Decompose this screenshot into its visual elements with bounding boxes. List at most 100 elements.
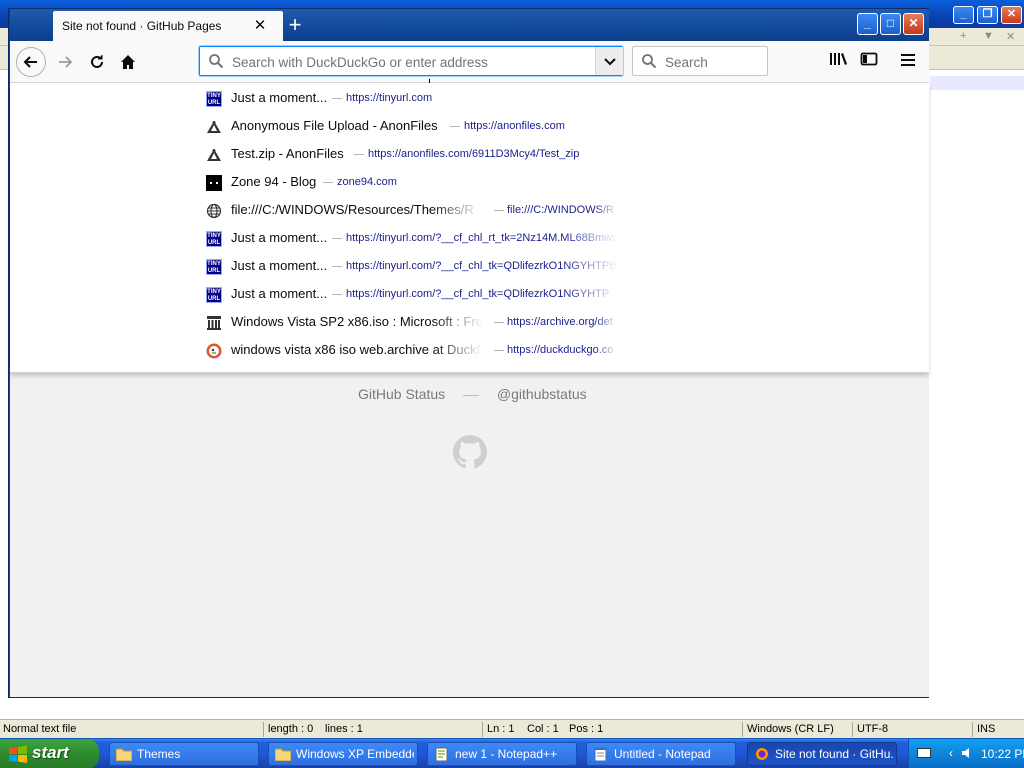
- notepadpp-current-line: [930, 76, 1024, 90]
- back-button[interactable]: [16, 47, 46, 77]
- taskbar-item-firefox[interactable]: Site not found · GitHu...: [747, 742, 897, 766]
- reload-icon: [91, 55, 103, 68]
- taskbar-item-notepadpp[interactable]: new 1 - Notepad++: [427, 742, 577, 766]
- tab-close-icon[interactable]: ✕: [251, 17, 269, 35]
- taskbar-item-themes[interactable]: Themes: [109, 742, 259, 766]
- autocomplete-row[interactable]: Zone 94 - Blog zone94.com: [10, 169, 929, 197]
- sidebar-toggle-icon[interactable]: [859, 51, 879, 71]
- notepadpp-down-icon[interactable]: ▼: [983, 30, 994, 42]
- start-button[interactable]: start: [0, 739, 99, 768]
- archive-icon: [207, 316, 221, 330]
- anonfiles-icon: [207, 149, 221, 161]
- autocomplete-url: https://tinyurl.com: [346, 92, 433, 104]
- url-dropdown-chevron-icon[interactable]: [595, 47, 623, 75]
- notepadpp-maximize-button[interactable]: ❐: [977, 6, 998, 24]
- autocomplete-row[interactable]: TINY URL Just a moment... https://tinyurl…: [10, 85, 929, 113]
- notepadpp-plus-icon[interactable]: +: [960, 30, 966, 42]
- autocomplete-separator: [332, 238, 342, 239]
- githubstatus-link[interactable]: @githubstatus: [497, 386, 587, 402]
- autocomplete-title: Just a moment...: [231, 230, 328, 245]
- taskbar-item-label: new 1 - Notepad++: [455, 747, 558, 761]
- firefox-window: Site not found · GitHub Pages ✕ + _ □ ✕: [8, 8, 929, 698]
- autocomplete-title: Just a moment...: [231, 286, 328, 301]
- taskbar-item-label: Site not found · GitHu...: [775, 747, 893, 761]
- autocomplete-separator: [332, 266, 342, 267]
- github-octocat-icon[interactable]: [453, 435, 487, 469]
- autocomplete-row[interactable]: file:///C:/WINDOWS/Resources/Themes/R fi…: [10, 197, 929, 225]
- autocomplete-row[interactable]: TINY URL Just a moment... https://tinyurl…: [10, 281, 929, 309]
- github-status-link[interactable]: GitHub Status: [358, 386, 445, 402]
- taskbar-item-label: Windows XP Embedded: [296, 747, 414, 761]
- footer-divider: [463, 394, 480, 396]
- autocomplete-url: https://duckduckgo.co: [507, 344, 614, 356]
- folder-icon: [116, 748, 132, 761]
- url-input[interactable]: [232, 53, 582, 71]
- autocomplete-row[interactable]: TINY URL Just a moment... https://tinyurl…: [10, 225, 929, 253]
- status-separator: [852, 722, 853, 737]
- home-button[interactable]: [113, 47, 143, 77]
- notepadpp-close-doc-icon[interactable]: ✕: [1006, 30, 1015, 43]
- firefox-close-button[interactable]: ✕: [903, 13, 924, 35]
- autocomplete-separator: [323, 182, 333, 183]
- zone94-icon: [206, 175, 222, 191]
- keyboard-icon[interactable]: [917, 748, 931, 758]
- taskbar-item-windows-xp-embedded[interactable]: Windows XP Embedded: [268, 742, 418, 766]
- autocomplete-row[interactable]: Windows Vista SP2 x86.iso : Microsoft : …: [10, 309, 929, 337]
- autocomplete-separator: [494, 322, 504, 323]
- folder-icon: [275, 748, 291, 761]
- taskbar-item-notepad[interactable]: Untitled - Notepad: [586, 742, 736, 766]
- status-separator: [482, 722, 483, 737]
- windows-logo-icon: [9, 745, 27, 763]
- status-separator: [972, 722, 973, 737]
- autocomplete-url: https://tinyurl.com/?__cf_chl_tk=QDlifez…: [346, 288, 610, 300]
- tinyurl-icon: TINY URL: [206, 91, 222, 107]
- status-ln: Ln : 1: [487, 723, 515, 735]
- autocomplete-row[interactable]: Test.zip - AnonFiles https://anonfiles.c…: [10, 141, 929, 169]
- forward-button[interactable]: [50, 47, 80, 77]
- autocomplete-title: file:///C:/WINDOWS/Resources/Themes/R: [231, 202, 474, 217]
- autocomplete-separator: [332, 98, 342, 99]
- status-file-type: Normal text file: [3, 723, 77, 735]
- notepadpp-statusbar: Normal text file length : 0 lines : 1 Ln…: [0, 719, 1024, 738]
- firefox-maximize-button[interactable]: □: [880, 13, 901, 35]
- anonfiles-icon: [207, 121, 221, 133]
- globe-icon: [206, 203, 222, 219]
- status-eol: Windows (CR LF): [747, 723, 834, 735]
- forward-arrow-icon: [59, 56, 73, 68]
- autocomplete-url: https://tinyurl.com/?__cf_chl_tk=QDlifez…: [346, 260, 617, 272]
- url-autocomplete-popup: TINY URL Just a moment... https://tinyurl…: [10, 83, 929, 373]
- tray-expand-icon[interactable]: ‹: [943, 745, 959, 761]
- autocomplete-row[interactable]: Anonymous File Upload - AnonFiles https:…: [10, 113, 929, 141]
- library-icon[interactable]: [828, 51, 848, 71]
- taskbar-item-label: Untitled - Notepad: [614, 747, 711, 761]
- status-separator: [742, 722, 743, 737]
- status-pos: Pos : 1: [569, 723, 604, 735]
- taskbar-item-label: Themes: [137, 747, 181, 761]
- autocomplete-row[interactable]: TINY URL Just a moment... https://tinyurl…: [10, 253, 929, 281]
- autocomplete-row[interactable]: windows vista x86 iso web.archive at Duc…: [10, 337, 929, 365]
- clock[interactable]: 10:22 PM: [981, 747, 1024, 761]
- navigation-toolbar: [10, 41, 929, 93]
- url-bar[interactable]: [199, 46, 623, 76]
- tab-site-not-found[interactable]: Site not found · GitHub Pages ✕: [53, 11, 283, 41]
- search-input[interactable]: [665, 53, 761, 71]
- back-arrow-icon: [23, 56, 37, 68]
- system-tray: ‹ 10:22 PM: [908, 739, 1024, 768]
- reload-button[interactable]: [82, 47, 112, 77]
- search-bar[interactable]: [632, 46, 768, 76]
- notepadpp-minimize-button[interactable]: _: [953, 6, 974, 24]
- autocomplete-title: Just a moment...: [231, 258, 328, 273]
- hamburger-menu-icon[interactable]: [898, 51, 918, 71]
- notepadpp-close-button[interactable]: ✕: [1001, 6, 1022, 24]
- search-icon: [642, 54, 657, 69]
- new-tab-button[interactable]: +: [283, 13, 307, 37]
- firefox-minimize-button[interactable]: _: [857, 13, 878, 35]
- autocomplete-url: zone94.com: [337, 176, 397, 188]
- autocomplete-title: Just a moment...: [231, 90, 328, 105]
- autocomplete-url: https://anonfiles.com: [464, 120, 565, 132]
- home-icon: [121, 55, 135, 69]
- status-separator: [263, 722, 264, 737]
- speaker-icon[interactable]: [961, 746, 975, 760]
- autocomplete-title: Test.zip - AnonFiles: [231, 146, 344, 161]
- tab-title: Site not found · GitHub Pages: [62, 19, 222, 33]
